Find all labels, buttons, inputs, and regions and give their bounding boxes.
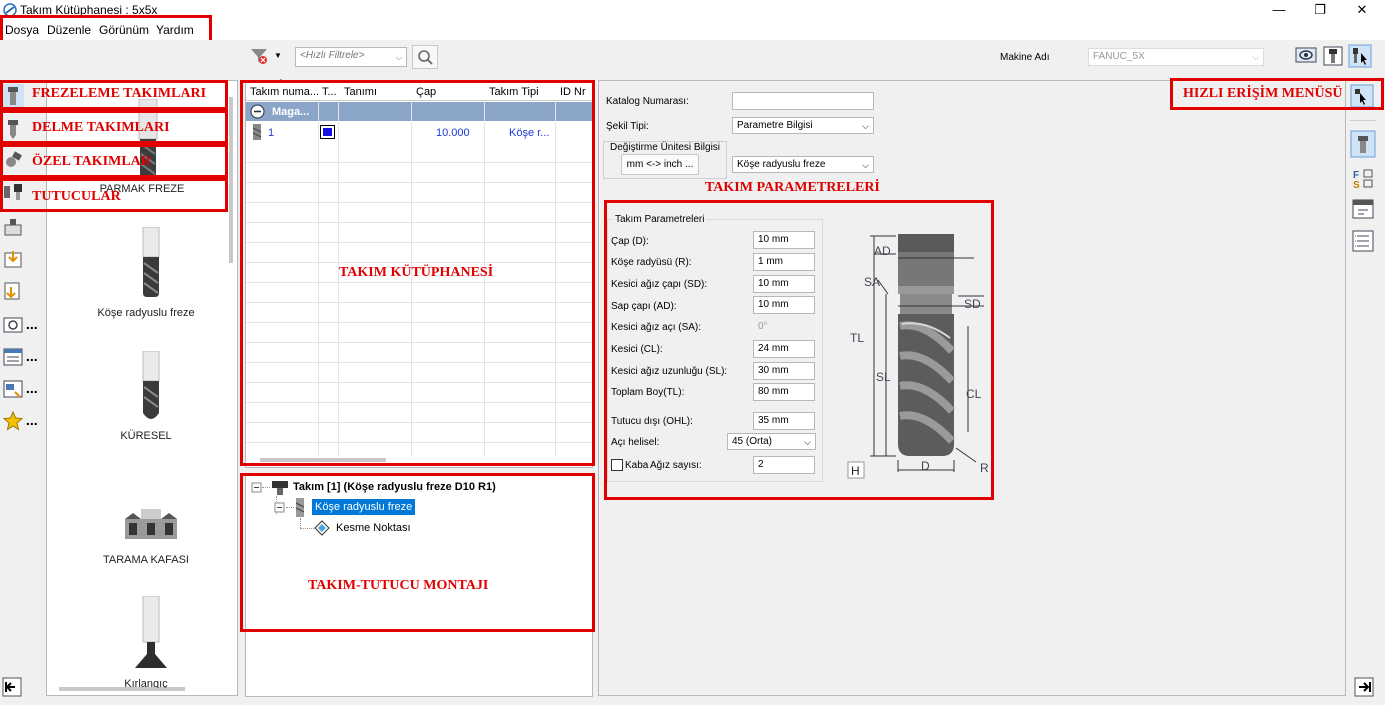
milling-annotation: FREZELEME TAKIMLARI	[32, 86, 207, 101]
list-icon[interactable]	[1352, 230, 1374, 252]
chevron-down-icon: ⌵	[395, 52, 402, 62]
parameters-annotation-box	[604, 200, 994, 500]
more-icon[interactable]: ...	[26, 348, 38, 364]
catalog-input[interactable]	[732, 92, 874, 110]
maximize-button[interactable]: ❐	[1297, 0, 1343, 20]
search-icon	[418, 50, 433, 65]
more-icon[interactable]: ...	[26, 380, 38, 396]
close-button[interactable]: ✕	[1339, 0, 1385, 20]
quick-access-annotation: HIZLI ERİŞİM MENÜSÜ	[1183, 86, 1343, 101]
report-icon[interactable]	[2, 378, 24, 400]
tool-type-label: Köşe radyuslu freze	[97, 307, 195, 319]
camera-icon[interactable]	[2, 314, 24, 336]
shape-type-select[interactable]: Parametre Bilgisi ⌵	[732, 117, 874, 134]
chevron-down-icon: ⌵	[1252, 52, 1259, 62]
corner-radius-mill-image[interactable]	[141, 227, 161, 299]
parameters-annotation: TAKIM PARAMETRELERİ	[705, 180, 880, 195]
quick-access-strip: FS	[1346, 80, 1385, 705]
catalog-label: Katalog Numarası:	[606, 96, 689, 107]
tool-type-label: KÜRESEL	[120, 430, 172, 442]
unit-toggle-button[interactable]: mm <-> inch ...	[621, 154, 699, 175]
more-icon[interactable]: ...	[26, 316, 38, 332]
filter-dropdown-arrow-icon[interactable]: ▼	[274, 51, 282, 60]
face-mill-image[interactable]	[121, 509, 181, 543]
tool-holder-icon[interactable]	[1322, 45, 1344, 67]
feed-speed-icon[interactable]: FS	[1352, 168, 1374, 190]
assembly-annotation-box	[240, 473, 595, 632]
machine-settings-icon[interactable]	[1352, 198, 1374, 220]
import-icon[interactable]	[2, 248, 24, 270]
toolbar: ▼ <Hızlı Filtrele> ⌵ Makine Adı FANUC_5X ⌵	[0, 40, 1385, 80]
shape-type-label: Şekil Tipi:	[606, 121, 649, 132]
export-icon[interactable]	[2, 280, 24, 302]
ball-mill-image[interactable]	[141, 351, 161, 423]
chevron-down-icon: ⌵	[862, 121, 869, 131]
tool-type-label: TARAMA KAFASI	[103, 554, 189, 566]
filter-icon[interactable]	[249, 46, 269, 66]
favorites-star-icon[interactable]	[2, 410, 24, 432]
minimize-button[interactable]: —	[1256, 0, 1302, 20]
chevron-down-icon: ⌵	[862, 160, 869, 170]
table-edit-icon[interactable]	[2, 346, 24, 368]
tool-parameters-icon[interactable]	[1350, 130, 1376, 158]
drilling-annotation: DELME TAKIMLARI	[32, 120, 170, 135]
tool-type-select[interactable]: Köşe radyuslu freze ⌵	[732, 156, 874, 173]
quick-filter-input[interactable]: <Hızlı Filtrele> ⌵	[295, 47, 407, 67]
machine-select[interactable]: FANUC_5X ⌵	[1088, 48, 1264, 66]
unit-group-label: Değiştirme Ünitesi Bilgisi	[609, 142, 722, 153]
tool-type-label: Kırlangıç	[124, 678, 168, 688]
library-annotation: TAKIM KÜTÜPHANESİ	[339, 265, 494, 280]
more-icon[interactable]: ...	[26, 412, 38, 428]
machine-label: Makine Adı	[1000, 52, 1050, 63]
collapse-right-icon[interactable]	[1354, 677, 1374, 697]
vertical-scrollbar[interactable]	[229, 97, 233, 263]
svg-text:S: S	[1353, 180, 1360, 190]
special-annotation: ÖZEL TAKIMLAR	[32, 154, 151, 169]
search-button[interactable]	[412, 45, 438, 69]
select-pointer-icon[interactable]	[1348, 44, 1372, 68]
holders-annotation: TUTUCULAR	[32, 189, 121, 204]
assembly-icon[interactable]	[2, 216, 24, 238]
collapse-left-icon[interactable]	[2, 677, 22, 697]
assembly-annotation: TAKIM-TUTUCU MONTAJI	[308, 578, 489, 593]
view-icon[interactable]	[1295, 45, 1317, 67]
dovetail-mill-image[interactable]	[131, 596, 171, 670]
